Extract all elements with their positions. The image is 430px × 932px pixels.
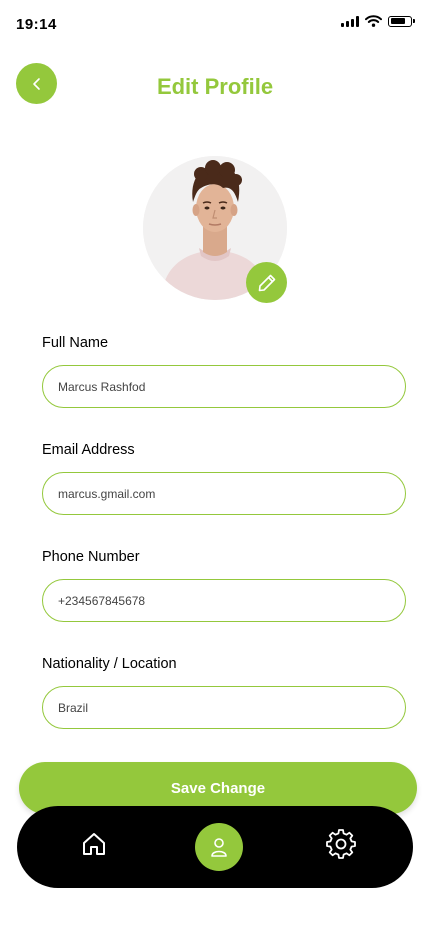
battery-level <box>390 18 405 24</box>
edit-photo-button[interactable] <box>246 262 287 303</box>
home-icon <box>83 833 105 855</box>
cellular-signal-icon <box>341 15 359 27</box>
status-time: 19:14 <box>16 16 57 33</box>
full-name-input[interactable] <box>42 365 406 408</box>
gear-icon <box>326 829 356 859</box>
user-icon <box>211 838 227 857</box>
full-name-label: Full Name <box>42 335 109 351</box>
phone-label: Phone Number <box>42 549 140 565</box>
status-bar: 19:14 <box>0 0 430 48</box>
location-label: Nationality / Location <box>42 656 177 672</box>
email-input[interactable] <box>42 472 406 515</box>
bottom-nav <box>17 806 413 888</box>
wifi-icon <box>365 15 382 27</box>
page-title: Edit Profile <box>156 74 274 99</box>
location-input[interactable] <box>42 686 406 729</box>
email-label: Email Address <box>42 442 135 458</box>
status-icons <box>341 15 415 27</box>
phone-input[interactable] <box>42 579 406 622</box>
profile-photo-section <box>143 156 287 303</box>
nav-home[interactable] <box>79 829 109 859</box>
battery-icon <box>388 15 415 27</box>
nav-profile[interactable] <box>195 823 243 871</box>
nav-settings[interactable] <box>324 827 358 861</box>
pencil-icon <box>258 274 275 291</box>
